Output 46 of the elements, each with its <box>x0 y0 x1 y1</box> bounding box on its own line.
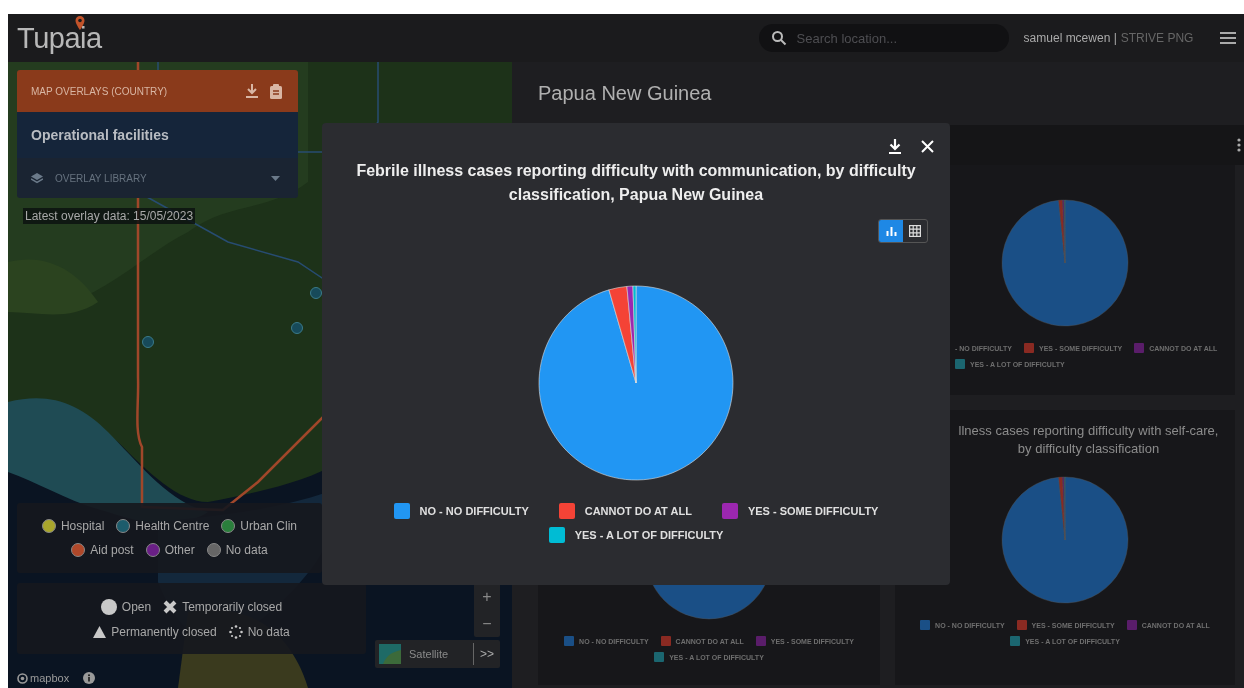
clipboard-icon[interactable] <box>270 83 282 99</box>
legend-label: NO - NO DIFFICULTY <box>419 505 529 517</box>
menu-icon[interactable] <box>1220 32 1236 44</box>
info-icon[interactable] <box>83 672 96 684</box>
close-icon[interactable] <box>921 139 934 153</box>
selected-overlay[interactable]: Operational facilities <box>17 112 298 158</box>
circle-icon <box>100 598 117 615</box>
chart-title: Febrile illness cases reporting difficulty with communication, by difficulty classification, Papua New Guinea <box>356 161 916 205</box>
dotted-circle-icon <box>228 624 243 639</box>
legend-label: Permanently closed <box>111 624 217 639</box>
download-icon[interactable] <box>889 138 901 154</box>
chart-title: llness cases reporting difficulty with self-care, by difficulty classification <box>957 422 1220 458</box>
legend-label: No data <box>247 624 290 639</box>
caret-icon <box>271 175 280 181</box>
legend-label: Health Centre <box>135 519 210 533</box>
legend-label: Aid post <box>90 543 134 557</box>
search-icon <box>770 30 787 46</box>
basemap-expand-button[interactable]: >> <box>473 643 500 665</box>
mapbox-mark-icon <box>17 672 28 684</box>
chart-view-button[interactable] <box>879 220 903 242</box>
basemap-label[interactable]: Satellite <box>409 648 465 660</box>
legend-label: Temporarily closed <box>182 599 283 614</box>
zoom-out-button[interactable]: − <box>474 610 500 637</box>
grid-icon <box>909 225 921 237</box>
legend-label: CANNOT DO AT ALL <box>584 505 692 517</box>
overlay-title: MAP OVERLAYS (COUNTRY) <box>31 85 169 97</box>
layers-icon <box>31 172 43 184</box>
legend-label: Other <box>164 543 195 557</box>
legend-label: YES - SOME DIFFICULTY <box>747 505 879 517</box>
latest-data-text: Latest overlay data: 15/05/2023 <box>23 208 196 224</box>
triangle-icon <box>93 625 107 638</box>
legend-label: Hospital <box>60 519 105 533</box>
legend-label: No data <box>225 543 268 557</box>
legend-label: Urban Clin <box>240 519 298 533</box>
cross-icon <box>163 599 178 614</box>
satellite-thumbnail-icon <box>379 644 401 664</box>
logo[interactable]: Tupaia <box>17 21 102 54</box>
legend-label: Open <box>121 599 152 614</box>
search-field[interactable]: Search location... <box>758 24 1009 52</box>
mapbox-logo[interactable]: mapbox <box>17 672 70 684</box>
user-name[interactable]: samuel mcewen | <box>1023 31 1117 45</box>
bar-chart-icon <box>885 226 897 236</box>
dashboard-title: Papua New Guinea <box>537 81 713 106</box>
more-icon[interactable] <box>1237 138 1241 152</box>
legend-label: YES - A LOT OF DIFFICULTY <box>574 529 724 541</box>
zoom-in-button[interactable]: + <box>474 583 500 610</box>
